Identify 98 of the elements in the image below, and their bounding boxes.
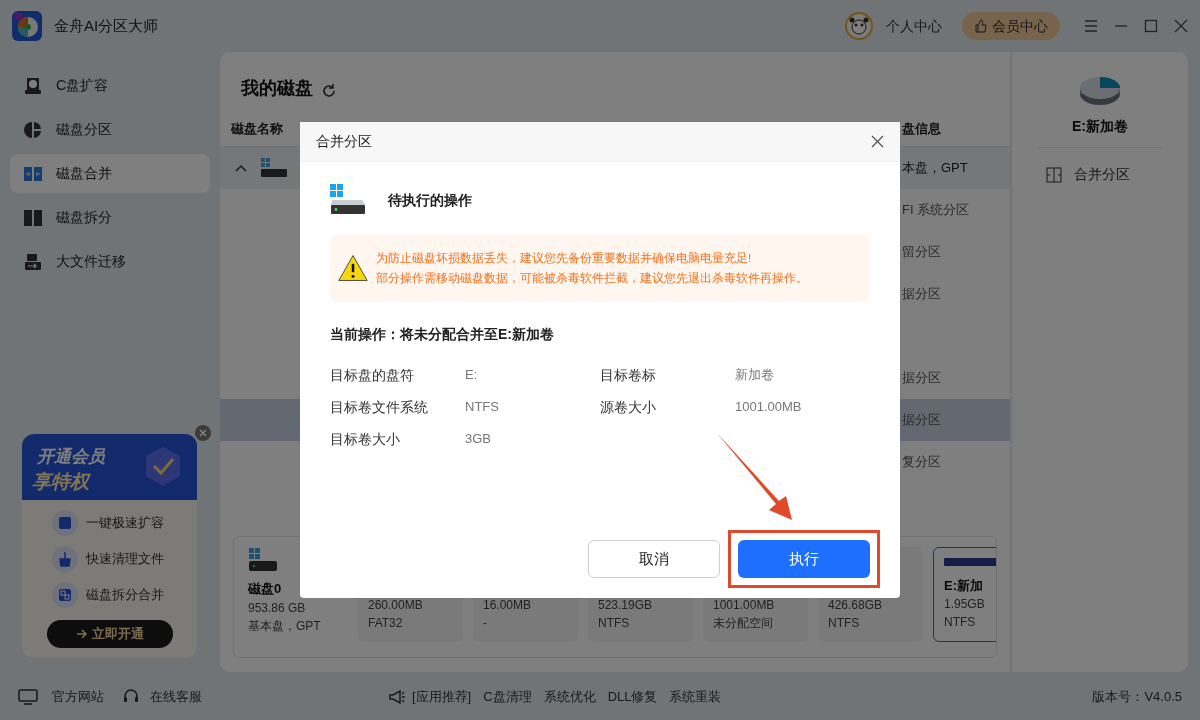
partition-filesystem: NTFS <box>598 615 631 632</box>
table-cell-text: 留分区 <box>902 243 942 262</box>
partition-size: 16.00MB <box>483 597 533 614</box>
chevron-up-icon[interactable] <box>235 164 247 172</box>
monitor-icon <box>18 689 38 705</box>
footer-link[interactable]: 官方网站 <box>52 687 104 707</box>
cancel-button[interactable]: 取消 <box>588 540 720 578</box>
menu-icon[interactable] <box>1084 20 1098 32</box>
table-cell-text: 复分区 <box>902 453 942 472</box>
usage-bar <box>944 558 996 566</box>
close-icon[interactable] <box>195 425 211 441</box>
promo-feature: 一键极速扩容 <box>86 514 164 533</box>
merge-icon <box>24 166 42 181</box>
warning-text: 为防止磁盘坏损数据丢失，建议您先备份重要数据并确保电脑电量充足! <box>376 251 753 266</box>
panel-title: 我的磁盘 <box>241 77 313 100</box>
avatar-icon[interactable] <box>844 11 874 41</box>
split-icon <box>24 209 42 226</box>
field-value: NTFS <box>465 398 500 416</box>
partition-filesystem: FAT32 <box>368 615 404 632</box>
current-operation: 当前操作：将未分配合并至E:新加卷 <box>330 325 555 344</box>
partition-size: 426.68GB <box>828 597 884 614</box>
partition-filesystem: 未分配空间 <box>713 615 774 632</box>
partition-size: 1001.00MB <box>713 597 776 614</box>
partition-label: E:新加 <box>944 576 984 595</box>
field-label: 目标卷大小 <box>330 430 401 449</box>
footer-link[interactable]: 系统优化 <box>543 687 596 707</box>
subscribe-label: 立即开通 <box>91 625 144 644</box>
app-logo-icon <box>12 11 42 41</box>
thumbs-up-icon <box>974 19 988 33</box>
sidebar-item[interactable]: 磁盘合并 <box>10 154 210 193</box>
field-value: E: <box>465 366 479 384</box>
execute-button[interactable]: 执行 <box>738 540 870 578</box>
maximize-icon[interactable] <box>1144 19 1158 33</box>
vip-center-label: 会员中心 <box>992 16 1048 36</box>
merge-icon <box>1046 166 1062 183</box>
file-transfer-icon <box>24 252 42 271</box>
refresh-icon[interactable] <box>321 83 337 99</box>
warning-icon <box>338 254 368 282</box>
field-label: 目标卷文件系统 <box>330 398 429 417</box>
disk-drive-icon <box>248 547 278 573</box>
broom-icon <box>52 546 78 572</box>
recommend-label: [应用推荐] <box>412 688 472 707</box>
partition-filesystem: NTFS <box>828 615 861 632</box>
partition-filesystem: NTFS <box>944 614 977 631</box>
warning-text: 部分操作需移动磁盘数据，可能被杀毒软件拦截，建议您先退出杀毒软件再操作。 <box>376 271 808 286</box>
link-icon <box>52 582 78 608</box>
table-cell-text: 据分区 <box>902 285 942 304</box>
drive-c-icon <box>24 76 42 95</box>
table-cell-text: 本盘，GPT <box>902 159 969 178</box>
pie-chart-icon <box>24 120 42 139</box>
footer-link[interactable]: 在线客服 <box>150 687 202 707</box>
partition-filesystem: - <box>483 615 488 632</box>
disk-drive-icon <box>330 184 366 216</box>
user-center-link[interactable]: 个人中心 <box>886 15 942 37</box>
field-value: 3GB <box>465 430 492 448</box>
arrow-right-icon <box>75 629 88 639</box>
column-header: 盘信息 <box>902 119 942 138</box>
partition-card[interactable]: E:新加 1.95GB NTFS <box>933 547 996 642</box>
field-label: 目标盘的盘符 <box>330 366 415 385</box>
sidebar-item[interactable]: 磁盘拆分 <box>10 198 210 237</box>
close-icon[interactable] <box>871 135 884 148</box>
version-label: 版本号：V4.0.5 <box>1092 688 1182 707</box>
subscribe-button[interactable]: 立即开通 <box>46 620 173 648</box>
promo-title: 开通会员 <box>37 446 105 468</box>
table-cell-text: FI 系统分区 <box>902 201 971 220</box>
section-heading: 待执行的操作 <box>388 190 472 210</box>
table-cell-text: 据分区 <box>902 369 942 388</box>
disk-size: 953.86 GB <box>248 599 307 617</box>
footer-link[interactable]: 系统重装 <box>669 687 722 707</box>
app-title: 金舟AI分区大师 <box>54 15 159 36</box>
disk-name: 磁盘0 <box>248 580 283 598</box>
merge-action[interactable]: 合并分区 <box>1046 164 1130 185</box>
promo-feature: 快速清理文件 <box>86 550 164 569</box>
sidebar-item[interactable]: C盘扩容 <box>10 66 210 105</box>
field-label: 源卷大小 <box>600 398 657 417</box>
dialog-title: 合并分区 <box>316 132 372 151</box>
field-value: 新加卷 <box>735 366 775 384</box>
sidebar-item[interactable]: 磁盘分区 <box>10 110 210 149</box>
footer-link[interactable]: DLL修复 <box>607 687 658 707</box>
field-value: 1001.00MB <box>735 398 803 416</box>
column-header: 磁盘名称 <box>231 119 283 138</box>
field-label: 目标卷标 <box>600 366 657 385</box>
volume-title: E:新加卷 <box>1072 117 1128 136</box>
megaphone-icon <box>388 689 406 705</box>
table-cell-text: 据分区 <box>902 411 942 430</box>
close-icon[interactable] <box>1174 19 1188 33</box>
disk-drive-icon <box>261 158 287 178</box>
vip-center-button[interactable]: 会员中心 <box>962 12 1060 40</box>
footer-link[interactable]: C盘清理 <box>483 687 532 707</box>
drive-c-icon <box>52 510 78 536</box>
disk-type: 基本盘，GPT <box>248 617 322 635</box>
partition-size: 523.19GB <box>598 597 654 614</box>
partition-size: 1.95GB <box>944 596 986 613</box>
sidebar-item[interactable]: 大文件迁移 <box>10 242 210 281</box>
partition-size: 260.00MB <box>368 597 424 614</box>
pie-chart-icon <box>1078 74 1122 108</box>
promo-subtitle: 享特权 <box>32 470 89 494</box>
promo-feature: 磁盘拆分合并 <box>86 586 164 605</box>
